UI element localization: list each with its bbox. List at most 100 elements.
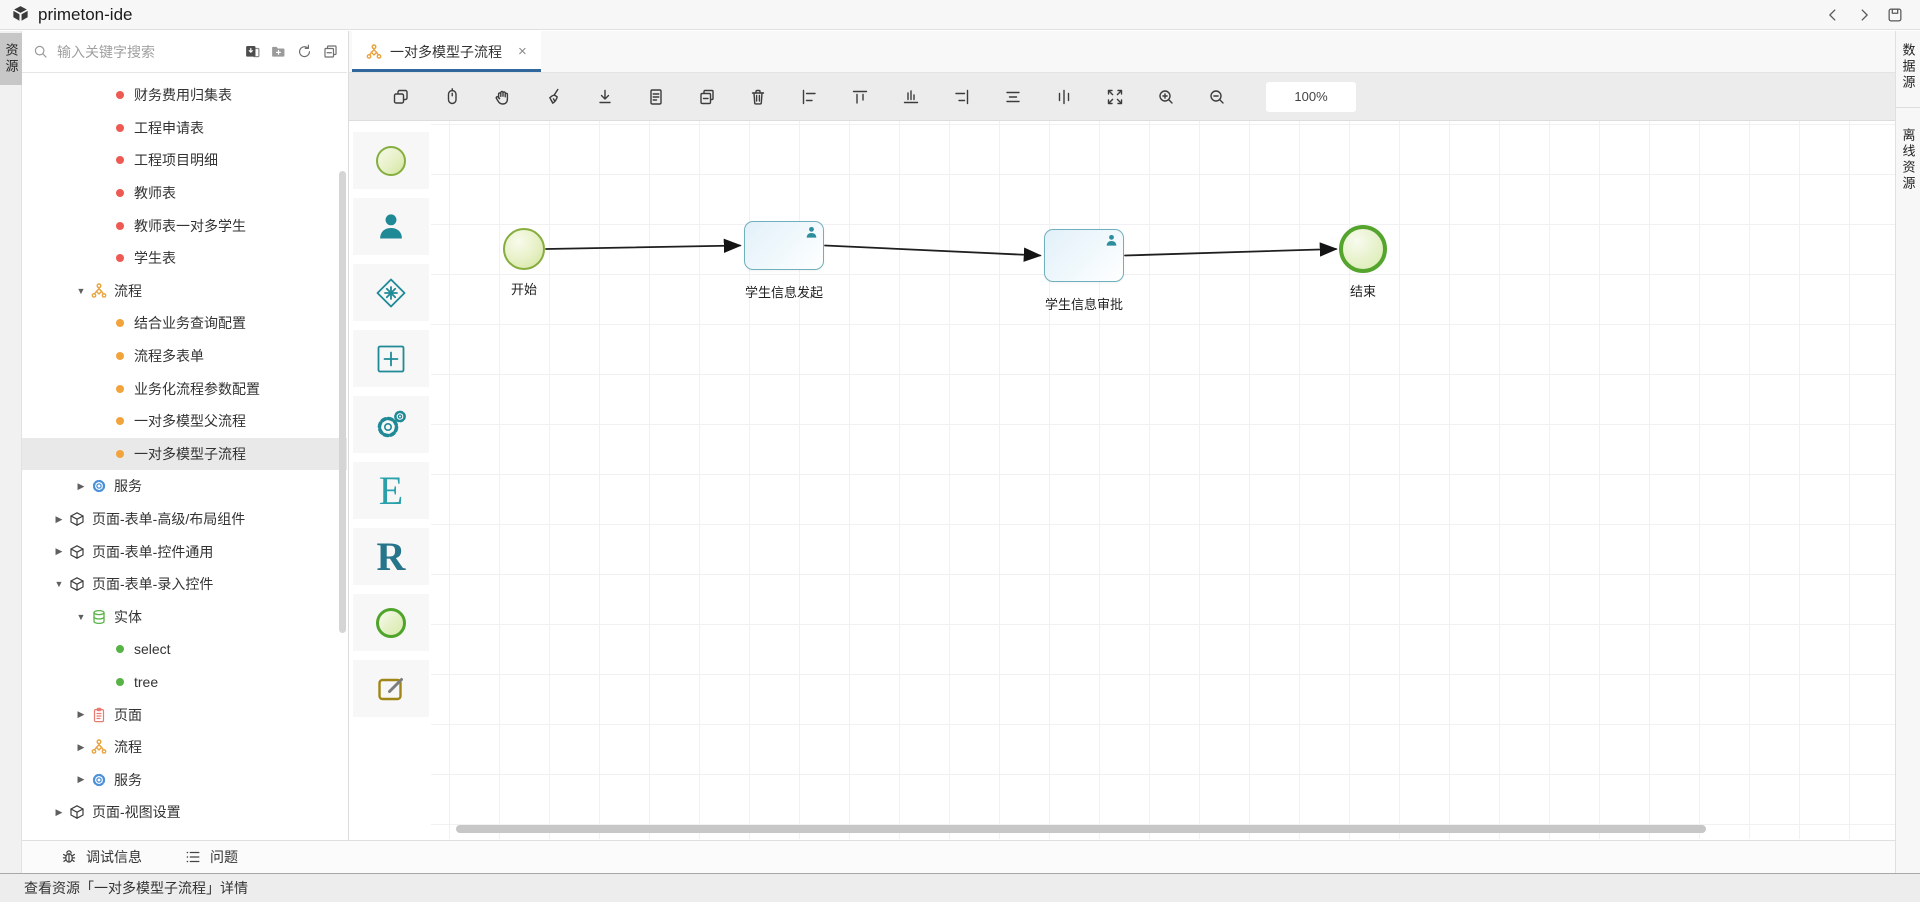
palette-item-gateway[interactable]	[353, 264, 429, 321]
refresh-icon[interactable]	[296, 43, 313, 60]
align-bottom-icon[interactable]	[901, 87, 921, 107]
tree-item-label: 页面-表单-高级/布局组件	[92, 509, 245, 529]
tree-item[interactable]: ▶服务	[22, 470, 347, 503]
letter-e-icon: E	[379, 471, 403, 511]
tree-item[interactable]: ▼实体	[22, 601, 347, 634]
start-event-node[interactable]	[503, 228, 545, 270]
problems-list-icon	[184, 848, 202, 866]
datasource-tab[interactable]: 数据源	[1896, 31, 1920, 103]
right-activity-bar: 数据源 离线资源	[1895, 31, 1920, 873]
tree-item[interactable]: ▶页面-视图设置	[22, 796, 347, 829]
palette-item-letter-e[interactable]: E	[353, 462, 429, 519]
copy-icon[interactable]	[697, 87, 717, 107]
chevron-down-icon[interactable]: ▼	[52, 579, 66, 589]
sequence-flow-edge[interactable]	[1125, 249, 1336, 256]
debug-info-button[interactable]: 调试信息	[60, 847, 142, 867]
align-left-icon[interactable]	[799, 87, 819, 107]
fit-view-icon[interactable]	[1105, 87, 1125, 107]
tree-item[interactable]: tree	[22, 666, 347, 699]
subprocess-icon	[374, 342, 408, 376]
duplicate-icon[interactable]	[391, 87, 411, 107]
align-right-icon[interactable]	[952, 87, 972, 107]
download-icon[interactable]	[595, 87, 615, 107]
flow-canvas[interactable]: 开始学生信息发起学生信息审批结束	[431, 121, 1895, 839]
tree-item[interactable]: ▼流程	[22, 275, 347, 308]
align-center-horizontal-icon[interactable]	[1003, 87, 1023, 107]
tree-scrollbar[interactable]	[339, 171, 346, 633]
palette-item-start-event[interactable]	[353, 132, 429, 189]
resources-tab[interactable]: 资源	[0, 33, 22, 85]
chevron-left-icon[interactable]	[1824, 6, 1842, 24]
chevron-right-icon[interactable]: ▶	[52, 546, 66, 557]
offline-resources-tab[interactable]: 离线资源	[1896, 116, 1920, 204]
diagram-workarea: ER 开始学生信息发起学生信息审批结束	[349, 121, 1895, 839]
new-folder-icon[interactable]	[270, 43, 287, 60]
chevron-right-icon[interactable]: ▶	[74, 774, 88, 785]
tree-item[interactable]: 教师表一对多学生	[22, 209, 347, 242]
explorer-panel: 财务费用归集表工程申请表工程项目明细教师表教师表一对多学生学生表▼流程结合业务查…	[22, 31, 347, 840]
tree-item-label: 一对多模型父流程	[134, 411, 246, 431]
user-task-node[interactable]	[744, 221, 824, 270]
tree-item[interactable]: 工程项目明细	[22, 144, 347, 177]
orange-dot-icon	[116, 450, 124, 458]
tree-item[interactable]: 结合业务查询配置	[22, 307, 347, 340]
chevron-right-icon[interactable]: ▶	[52, 807, 66, 818]
tree-item[interactable]: 业务化流程参数配置	[22, 372, 347, 405]
tree-item[interactable]: 教师表	[22, 177, 347, 210]
align-center-vertical-icon[interactable]	[1054, 87, 1074, 107]
delete-trash-icon[interactable]	[748, 87, 768, 107]
tree-item[interactable]: 一对多模型子流程	[22, 438, 347, 471]
gear-icon	[90, 772, 108, 788]
tree-item[interactable]: ▶ 页面-表单-高级/布局组件	[22, 503, 347, 536]
document-icon[interactable]	[646, 87, 666, 107]
tree-item[interactable]: select	[22, 633, 347, 666]
search-input[interactable]	[55, 43, 240, 61]
chevron-right-icon[interactable]: ▶	[74, 742, 88, 753]
save-icon[interactable]	[1886, 6, 1904, 24]
canvas-hscrollbar[interactable]	[456, 825, 1706, 833]
editor-tab-active[interactable]: 一对多模型子流程 ×	[352, 31, 541, 72]
mouse-select-icon[interactable]	[442, 87, 462, 107]
palette-item-service-task[interactable]	[353, 396, 429, 453]
zoom-out-icon[interactable]	[1207, 87, 1227, 107]
palette-item-subprocess[interactable]	[353, 330, 429, 387]
close-icon[interactable]: ×	[518, 43, 527, 60]
page-icon	[90, 707, 108, 723]
zoom-level[interactable]: 100%	[1266, 82, 1356, 112]
palette-item-user-task[interactable]	[353, 198, 429, 255]
zoom-in-icon[interactable]	[1156, 87, 1176, 107]
problems-button[interactable]: 问题	[184, 847, 238, 867]
collapse-all-icon[interactable]	[322, 43, 339, 60]
chevron-down-icon[interactable]: ▼	[74, 612, 88, 622]
green-dot-icon	[116, 678, 124, 686]
tree-item[interactable]: ▶流程	[22, 731, 347, 764]
chevron-right-icon[interactable]: ▶	[74, 709, 88, 720]
sequence-flow-edge[interactable]	[546, 246, 740, 250]
align-top-icon[interactable]	[850, 87, 870, 107]
chevron-down-icon[interactable]: ▼	[74, 286, 88, 296]
palette-item-annotation[interactable]	[353, 660, 429, 717]
chevron-right-icon[interactable]	[1855, 6, 1873, 24]
chevron-right-icon[interactable]: ▶	[52, 514, 66, 525]
tree-item[interactable]: ▶服务	[22, 763, 347, 796]
palette-item-letter-r[interactable]: R	[353, 528, 429, 585]
chevron-right-icon[interactable]: ▶	[74, 481, 88, 492]
tree-item[interactable]: 流程多表单	[22, 340, 347, 373]
end-event-node[interactable]	[1339, 225, 1387, 273]
flow-icon	[90, 283, 108, 299]
gateway-icon	[374, 276, 408, 310]
tree-item[interactable]: 学生表	[22, 242, 347, 275]
import-resource-icon[interactable]	[244, 43, 261, 60]
tree-item[interactable]: ▼页面-表单-录入控件	[22, 568, 347, 601]
user-task-node[interactable]	[1044, 229, 1124, 282]
app-title: primeton-ide	[38, 5, 133, 25]
sequence-flow-edge[interactable]	[825, 246, 1040, 256]
tree-item[interactable]: ▶页面	[22, 698, 347, 731]
hand-pan-icon[interactable]	[493, 87, 513, 107]
tree-item[interactable]: 一对多模型父流程	[22, 405, 347, 438]
clear-broom-icon[interactable]	[544, 87, 564, 107]
palette-item-end-event[interactable]	[353, 594, 429, 651]
tree-item[interactable]: 工程申请表	[22, 112, 347, 145]
tree-item[interactable]: 财务费用归集表	[22, 79, 347, 112]
tree-item[interactable]: ▶页面-表单-控件通用	[22, 535, 347, 568]
